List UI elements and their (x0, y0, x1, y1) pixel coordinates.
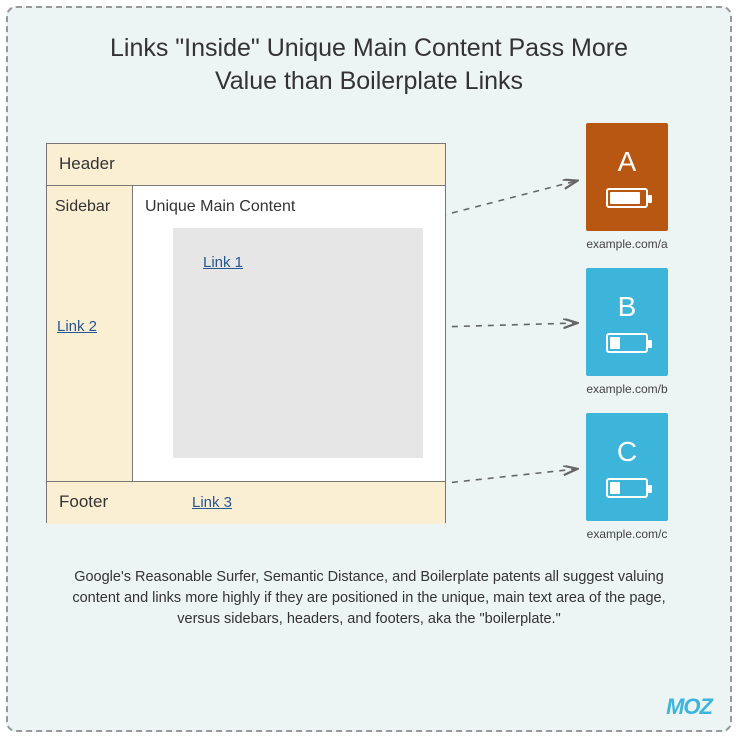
battery-icon (606, 333, 648, 353)
page-footer: Footer Link 3 (47, 482, 445, 524)
link-1: Link 1 (203, 254, 243, 271)
card-letter-a: A (618, 146, 637, 178)
page-middle: Sidebar Link 2 Unique Main Content Link … (47, 186, 445, 482)
target-card-c: C example.com/c (586, 413, 668, 521)
link-2: Link 2 (57, 318, 97, 335)
page-header: Header (47, 144, 445, 186)
diagram-caption: Google's Reasonable Surfer, Semantic Dis… (36, 567, 702, 630)
sidebar-label: Sidebar (55, 198, 110, 215)
page-sidebar: Sidebar Link 2 (47, 186, 133, 481)
main-content-label: Unique Main Content (145, 198, 295, 215)
battery-icon (606, 188, 648, 208)
page-mock: Header Sidebar Link 2 Unique Main Conten… (46, 143, 446, 523)
card-caption-c: example.com/c (586, 527, 668, 541)
link-3: Link 3 (192, 494, 232, 511)
footer-label: Footer (59, 492, 108, 511)
card-caption-b: example.com/b (586, 382, 668, 396)
card-letter-b: B (618, 291, 637, 323)
card-box-b: B (586, 268, 668, 376)
battery-fill-low (610, 337, 620, 349)
card-caption-a: example.com/a (586, 237, 668, 251)
card-letter-c: C (617, 436, 637, 468)
diagram-stage: Header Sidebar Link 2 Unique Main Conten… (36, 123, 702, 553)
diagram-frame: Links "Inside" Unique Main Content Pass … (6, 6, 732, 732)
diagram-title: Links "Inside" Unique Main Content Pass … (36, 32, 702, 97)
target-card-a: A example.com/a (586, 123, 668, 231)
battery-icon (606, 478, 648, 498)
battery-fill-high (610, 192, 640, 204)
page-main: Unique Main Content Link 1 (133, 186, 445, 481)
card-box-a: A (586, 123, 668, 231)
battery-fill-low (610, 482, 620, 494)
card-box-c: C (586, 413, 668, 521)
moz-logo: MOZ (666, 694, 712, 720)
target-card-b: B example.com/b (586, 268, 668, 376)
